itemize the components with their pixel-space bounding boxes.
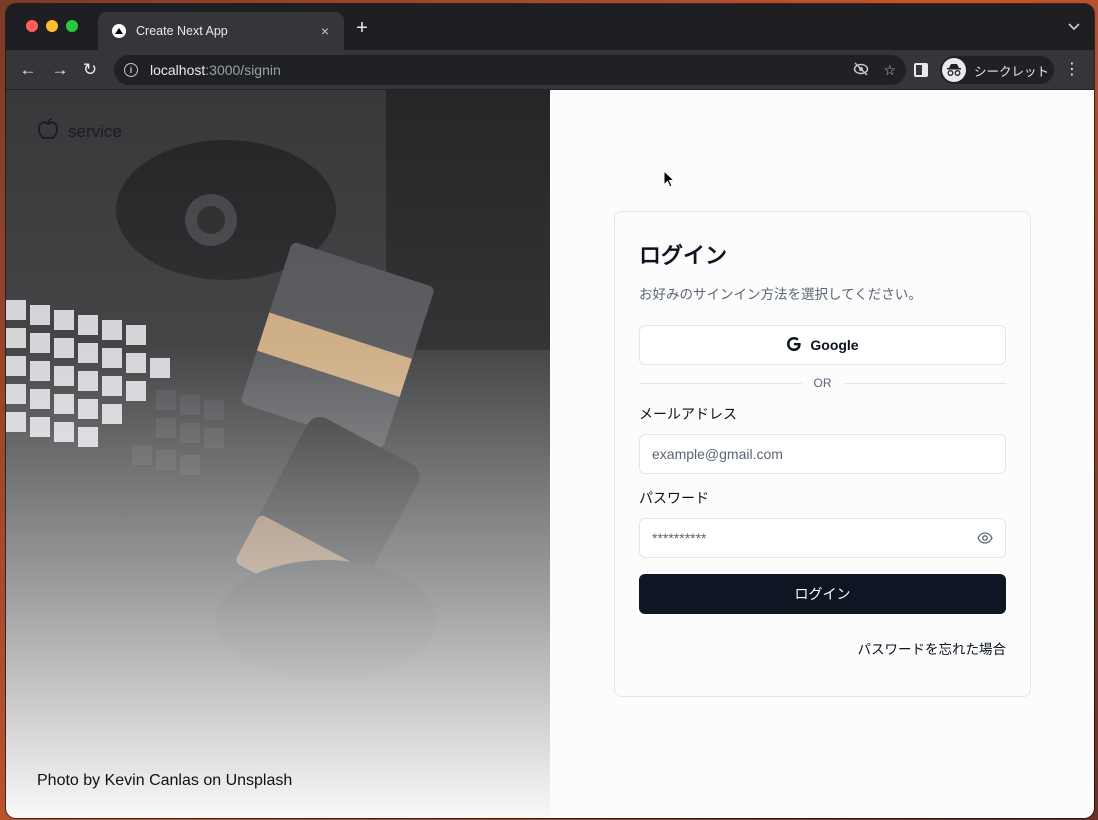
forgot-password-link[interactable]: パスワードを忘れた場合 [639, 638, 1007, 658]
browser-menu-icon[interactable]: ⋮ [1064, 60, 1080, 80]
apple-logo-icon [36, 118, 60, 145]
browser-window: Create Next App × + ← → ↻ i localhost :3… [6, 4, 1094, 818]
password-label: パスワード [639, 490, 709, 506]
google-button-label: Google [810, 337, 859, 353]
address-bar[interactable]: i localhost :3000/signin ☆ [114, 55, 906, 85]
signin-page: service Photo by Kevin Canlas on Unsplas… [6, 90, 1094, 818]
hero-photo: service Photo by Kevin Canlas on Unsplas… [6, 90, 550, 818]
tab-search-icon[interactable] [1068, 22, 1080, 34]
close-window-button[interactable] [26, 20, 38, 32]
show-password-eye-icon[interactable] [977, 531, 993, 548]
login-title: ログイン [639, 243, 728, 268]
browser-tab[interactable]: Create Next App × [98, 12, 344, 50]
google-signin-button[interactable]: Google [639, 325, 1006, 365]
maximize-window-button[interactable] [66, 20, 78, 32]
email-placeholder: example@gmail.com [652, 446, 783, 462]
url-path: :3000/signin [205, 62, 281, 78]
new-tab-button[interactable]: + [350, 18, 374, 38]
forward-button[interactable]: → [50, 60, 70, 80]
or-divider: OR [639, 376, 1006, 390]
incognito-icon [942, 58, 966, 82]
side-panel-icon[interactable] [914, 63, 928, 77]
brand-name: service [68, 121, 122, 141]
url-host: localhost [150, 62, 206, 78]
divider-line-right [843, 382, 1006, 384]
minimize-window-button[interactable] [46, 20, 58, 32]
photo-credit: Photo by Kevin Canlas on Unsplash [37, 772, 293, 789]
eye-off-icon[interactable] [853, 61, 869, 79]
login-subtitle: お好みのサインイン方法を選択してください。 [639, 287, 922, 302]
mouse-cursor-icon [663, 169, 676, 193]
google-icon [786, 336, 802, 355]
incognito-profile-button[interactable]: シークレット [940, 56, 1054, 84]
back-button[interactable]: ← [18, 60, 38, 80]
login-submit-button[interactable]: ログイン [639, 574, 1006, 614]
hero-gradient-overlay [6, 90, 550, 818]
tab-bar: Create Next App × + [6, 4, 1094, 50]
login-card: ログイン お好みのサインイン方法を選択してください。 Google OR メール… [614, 211, 1031, 697]
email-field[interactable]: example@gmail.com [639, 434, 1006, 474]
reload-button[interactable]: ↻ [80, 60, 100, 80]
email-label: メールアドレス [639, 406, 737, 422]
browser-toolbar: ← → ↻ i localhost :3000/signin ☆ シークレット … [6, 50, 1094, 90]
incognito-label: シークレット [974, 64, 1050, 79]
nextjs-favicon-icon [112, 24, 126, 38]
tab-close-icon[interactable]: × [316, 23, 334, 39]
site-info-icon[interactable]: i [124, 63, 138, 77]
divider-text: OR [813, 376, 832, 390]
password-field[interactable]: ********** [639, 518, 1006, 558]
tab-title: Create Next App [136, 24, 228, 38]
brand-logo[interactable]: service [36, 118, 122, 145]
bookmark-star-icon[interactable]: ☆ [883, 62, 896, 79]
password-value: ********** [652, 530, 707, 546]
divider-line-left [639, 382, 802, 384]
